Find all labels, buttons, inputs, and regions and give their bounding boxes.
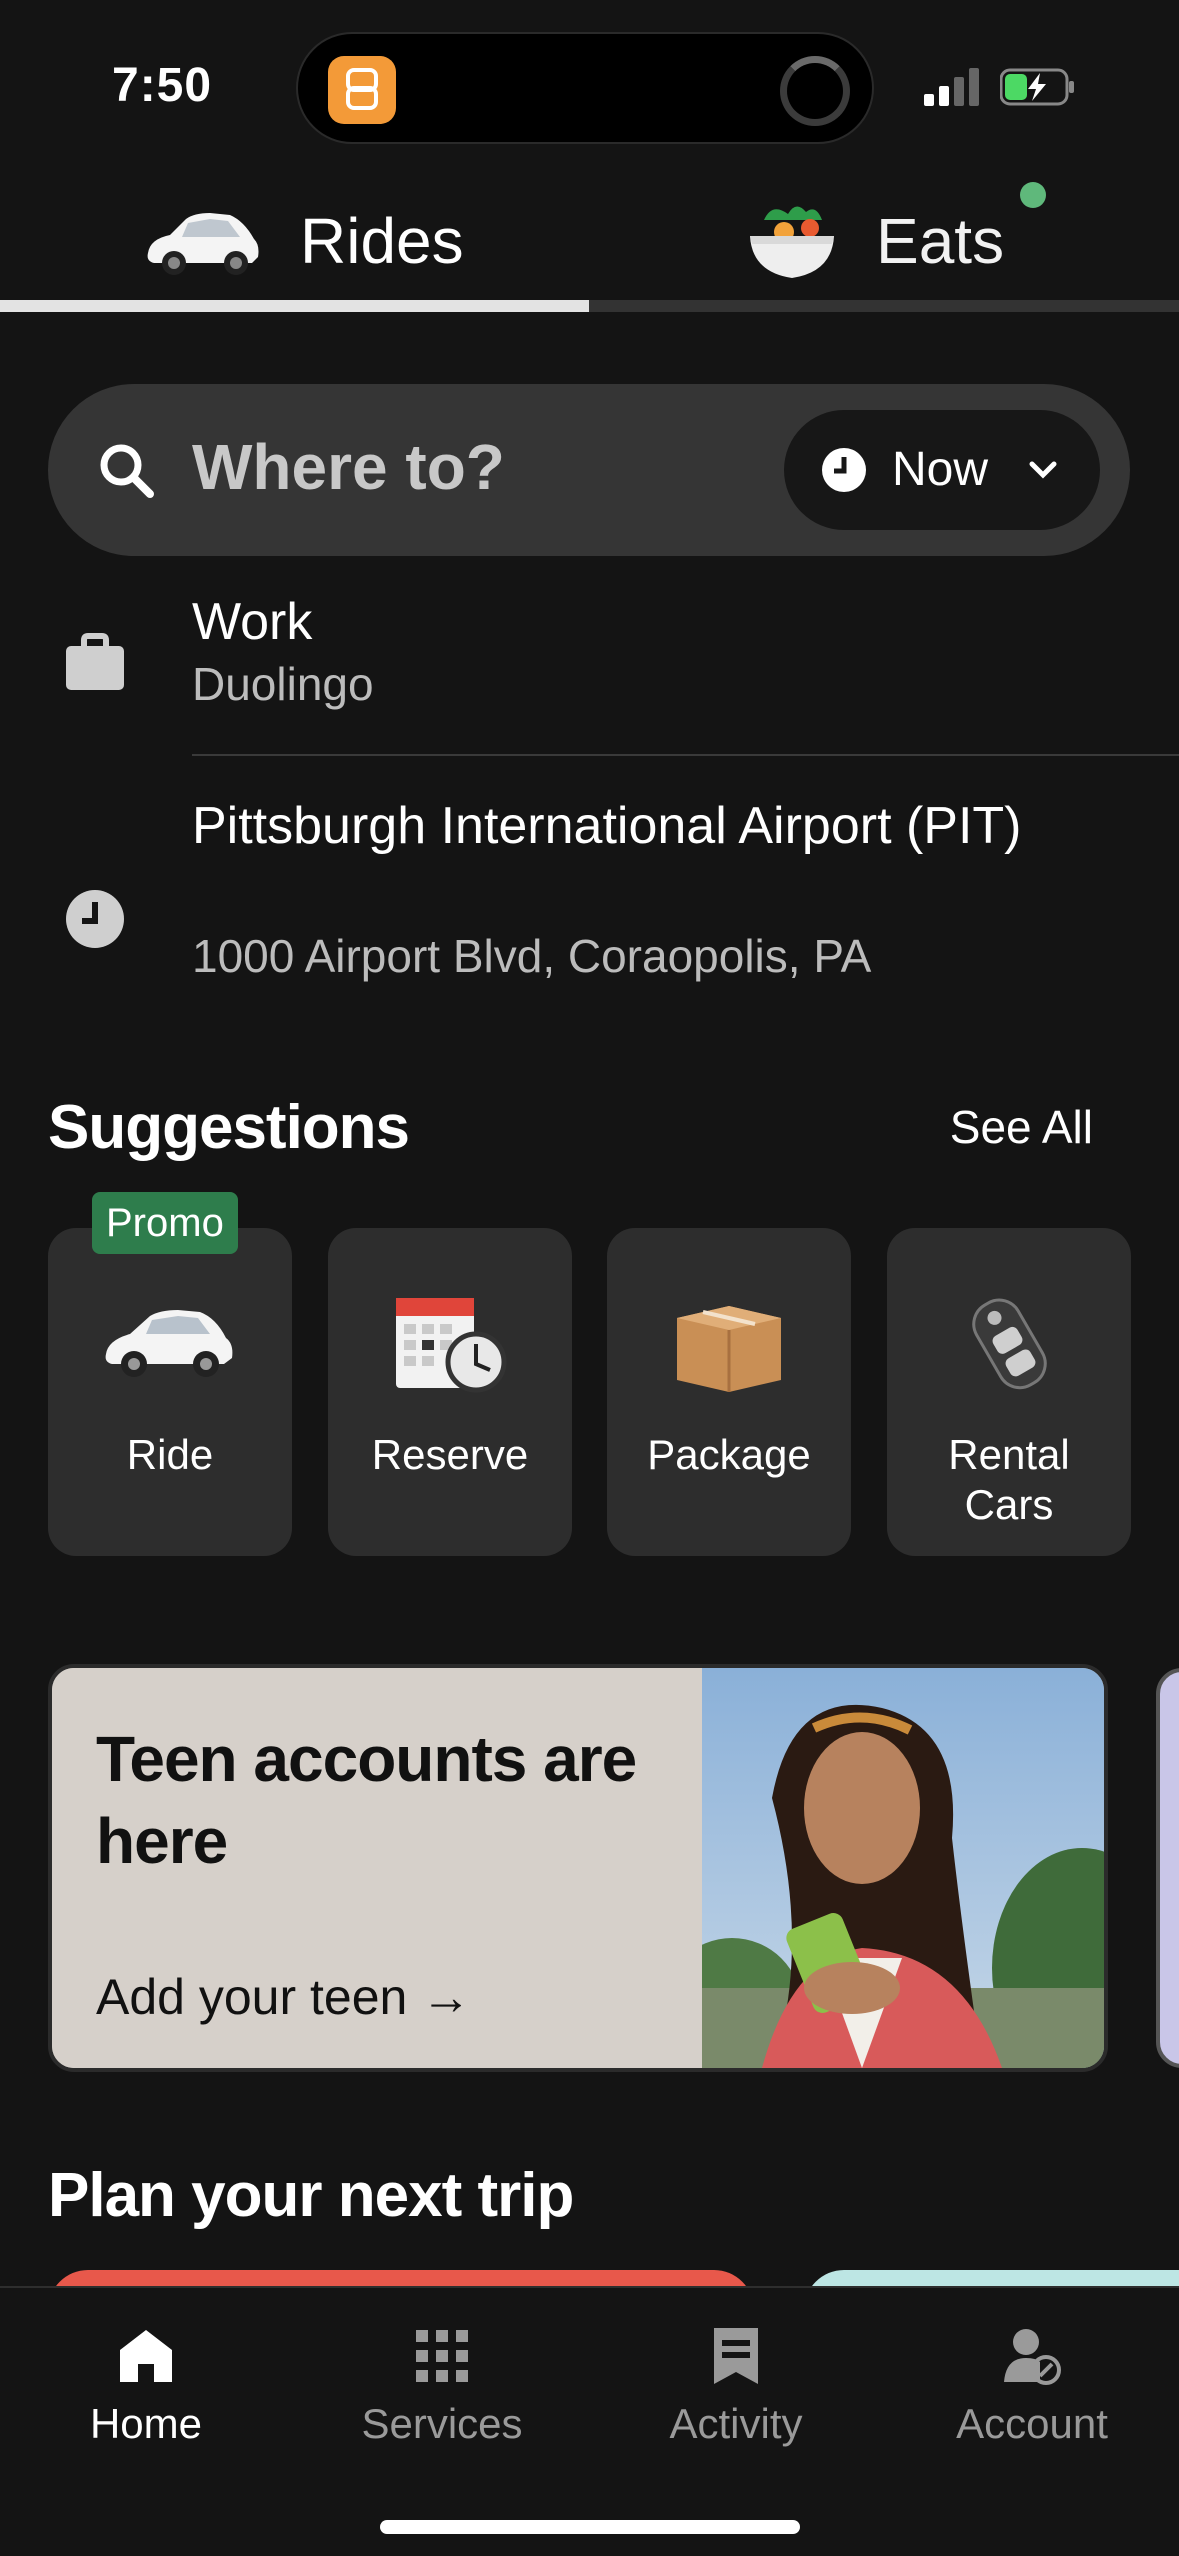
suggestion-label: Package	[647, 1431, 811, 1478]
tab-eats-label: Eats	[876, 205, 1005, 277]
schedule-time-label: Now	[892, 443, 989, 496]
food-bowl-icon	[750, 206, 834, 278]
suggestion-label: Ride	[126, 1431, 214, 1478]
service-tabs: Rides Eats	[0, 170, 1179, 312]
nav-account[interactable]: Account	[912, 2326, 1152, 2466]
teen-accounts-card[interactable]: Teen accounts are here Add your teen →	[48, 1664, 1108, 2072]
search-icon	[100, 444, 154, 498]
receipt-icon	[714, 2328, 758, 2384]
nav-activity[interactable]: Activity	[616, 2326, 856, 2466]
shortcuts-app-icon	[328, 56, 396, 124]
home-indicator[interactable]	[380, 2520, 800, 2534]
next-promo-card[interactable]	[1156, 1668, 1179, 2068]
status-time: 7:50	[112, 59, 213, 112]
divider	[192, 754, 1179, 756]
suggestion-rental-cars[interactable]: Rental Cars	[887, 1228, 1131, 1556]
notification-dot	[1020, 182, 1046, 208]
tab-rides[interactable]: Rides	[140, 170, 464, 312]
nav-services[interactable]: Services	[322, 2326, 562, 2466]
tab-rides-label: Rides	[300, 205, 464, 277]
teen-photo-image	[702, 1668, 1104, 2068]
car-icon	[105, 1310, 233, 1377]
person-icon	[1004, 2329, 1061, 2385]
tab-eats[interactable]: Eats	[744, 170, 1004, 312]
place-title: Pittsburgh International Airport (PIT)	[192, 797, 1022, 855]
clock-icon	[66, 890, 124, 948]
nav-label: Home	[89, 2400, 203, 2447]
place-title: Work	[192, 593, 313, 651]
suggestion-reserve[interactable]: Reserve	[328, 1228, 572, 1556]
chevron-down-icon	[1029, 461, 1057, 479]
briefcase-icon	[66, 633, 124, 690]
nav-home[interactable]: Home	[26, 2326, 266, 2466]
schedule-time-button[interactable]: Now	[784, 410, 1100, 530]
bottom-navigation: Home Services Activity Account	[0, 2286, 1179, 2556]
suggestion-package[interactable]: Package	[607, 1228, 851, 1556]
recent-place-airport[interactable]: Pittsburgh International Airport (PIT) 1…	[0, 792, 1179, 992]
home-icon	[120, 2330, 172, 2382]
suggestions-title: Suggestions	[48, 1093, 410, 1162]
plan-trip-title: Plan your next trip	[48, 2161, 574, 2230]
grid-icon	[416, 2330, 468, 2382]
add-teen-link[interactable]: Add your teen →	[96, 1968, 471, 2026]
car-icon	[147, 213, 259, 275]
nav-label: Activity	[669, 2400, 803, 2447]
nav-label: Services	[361, 2400, 523, 2447]
suggestion-ride[interactable]: Ride	[48, 1228, 292, 1556]
where-to-search[interactable]: Where to? Now	[48, 384, 1130, 556]
clock-icon	[822, 448, 866, 492]
see-all-link[interactable]: See All	[950, 1100, 1093, 1154]
recent-place-work[interactable]: Work Duolingo	[0, 590, 1179, 750]
teen-card-text-panel: Teen accounts are here Add your teen →	[52, 1668, 702, 2068]
place-subtitle: Duolingo	[192, 658, 374, 710]
dynamic-island	[296, 32, 874, 144]
teen-card-title: Teen accounts are here	[96, 1723, 637, 1877]
status-bar: 7:50	[0, 0, 1179, 170]
active-tab-indicator	[0, 300, 589, 312]
calendar-clock-icon	[396, 1298, 507, 1393]
place-subtitle: 1000 Airport Blvd, Coraopolis, PA	[192, 930, 872, 982]
package-box-icon	[677, 1306, 781, 1392]
cellular-signal-icon	[924, 68, 979, 106]
car-key-icon	[972, 1298, 1047, 1390]
suggestion-label: Rental Cars	[948, 1431, 1070, 1528]
nav-label: Account	[956, 2400, 1108, 2447]
suggestion-label: Reserve	[371, 1431, 529, 1478]
search-placeholder: Where to?	[192, 431, 505, 503]
activity-ring-icon	[780, 56, 850, 126]
promo-badge: Promo	[92, 1192, 238, 1254]
battery-charging-icon	[1000, 68, 1074, 106]
